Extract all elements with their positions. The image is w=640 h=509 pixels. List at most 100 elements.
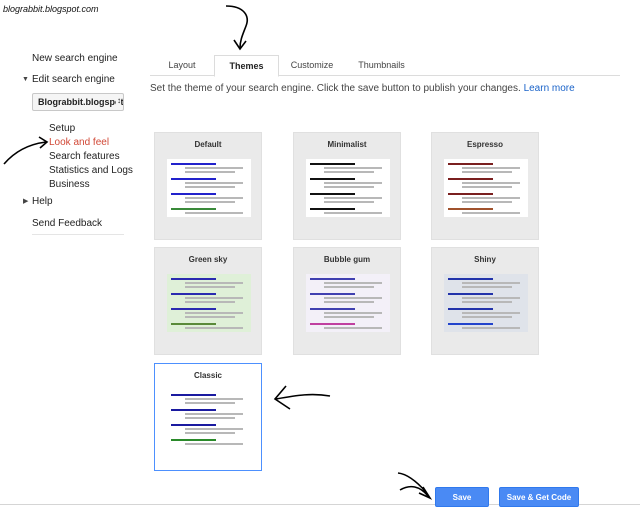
theme-name: Bubble gum — [323, 255, 371, 264]
preview-line — [448, 308, 493, 310]
arrow-to-classic-theme — [275, 393, 331, 400]
theme-card-selected[interactable]: Classic — [154, 363, 262, 471]
preview-line — [324, 167, 382, 169]
theme-card[interactable]: Shiny — [431, 247, 539, 355]
save-and-get-code-button[interactable]: Save & Get Code — [499, 487, 579, 507]
preview-line — [185, 443, 243, 445]
arrow-to-themes-tab — [225, 5, 248, 49]
preview-line — [448, 208, 493, 210]
preview-line — [462, 297, 520, 299]
preview-line — [324, 327, 382, 329]
preview-line — [185, 417, 235, 419]
intro-text: Set the theme of your search engine. Cli… — [150, 83, 575, 94]
preview-line — [324, 212, 382, 214]
sidebar-item-search-features[interactable]: Search features — [49, 151, 120, 162]
save-button[interactable]: Save — [435, 487, 489, 507]
preview-line — [324, 286, 374, 288]
preview-line — [448, 323, 493, 325]
preview-line — [185, 398, 243, 400]
theme-card[interactable]: Green sky — [154, 247, 262, 355]
preview-line — [185, 316, 235, 318]
preview-line — [310, 323, 355, 325]
sidebar-item-statistics-and-logs[interactable]: Statistics and Logs — [49, 165, 133, 176]
preview-line — [171, 323, 216, 325]
preview-line — [171, 278, 216, 280]
site-select-dropdown[interactable]: Blograbbit.blogspot.com ↕ — [32, 93, 124, 111]
preview-line — [324, 182, 382, 184]
preview-line — [310, 163, 355, 165]
preview-line — [185, 327, 243, 329]
preview-line — [171, 193, 216, 195]
sidebar-item-help[interactable]: Help — [32, 196, 53, 207]
preview-line — [310, 293, 355, 295]
preview-line — [448, 193, 493, 195]
preview-line — [462, 201, 512, 203]
theme-card[interactable]: Bubble gum — [293, 247, 401, 355]
preview-line — [185, 286, 235, 288]
preview-line — [462, 327, 520, 329]
preview-line — [185, 282, 243, 284]
preview-line — [185, 413, 243, 415]
preview-line — [462, 171, 512, 173]
tab-layout[interactable]: Layout — [150, 55, 214, 76]
tab-customize[interactable]: Customize — [279, 55, 345, 76]
theme-name: Shiny — [474, 255, 496, 264]
preview-line — [448, 163, 493, 165]
preview-line — [310, 208, 355, 210]
preview-line — [185, 201, 235, 203]
theme-name: Classic — [193, 371, 223, 380]
intro-message: Set the theme of your search engine. Cli… — [150, 83, 521, 94]
preview-line — [462, 316, 512, 318]
preview-line — [462, 286, 512, 288]
preview-line — [448, 293, 493, 295]
theme-card[interactable]: Minimalist — [293, 132, 401, 240]
preview-line — [171, 293, 216, 295]
preview-line — [324, 297, 382, 299]
preview-line — [462, 301, 512, 303]
updown-arrows-icon: ↕ — [116, 96, 121, 105]
preview-line — [324, 197, 382, 199]
preview-line — [185, 171, 235, 173]
sidebar-item-look-and-feel[interactable]: Look and feel — [49, 137, 109, 148]
preview-line — [171, 308, 216, 310]
arrow-to-save-button — [397, 472, 429, 497]
preview-line — [171, 163, 216, 165]
preview-line — [185, 186, 235, 188]
learn-more-link[interactable]: Learn more — [524, 83, 575, 94]
tab-themes[interactable]: Themes — [214, 55, 279, 77]
preview-line — [324, 186, 374, 188]
theme-name: Default — [194, 140, 222, 149]
preview-line — [185, 212, 243, 214]
theme-preview — [167, 390, 251, 448]
theme-preview — [306, 274, 390, 332]
preview-line — [185, 297, 243, 299]
theme-preview — [167, 159, 251, 217]
theme-card[interactable]: Espresso — [431, 132, 539, 240]
preview-line — [462, 182, 520, 184]
preview-line — [462, 197, 520, 199]
sidebar-item-setup[interactable]: Setup — [49, 123, 75, 134]
preview-line — [185, 197, 243, 199]
tab-thumbnails[interactable]: Thumbnails — [345, 55, 418, 76]
preview-line — [310, 278, 355, 280]
theme-card[interactable]: Default — [154, 132, 262, 240]
sidebar-item-edit-search-engine[interactable]: Edit search engine — [32, 74, 115, 85]
theme-preview — [167, 274, 251, 332]
theme-preview — [444, 274, 528, 332]
preview-line — [171, 394, 216, 396]
collapse-caret-icon[interactable]: ▶ — [23, 197, 28, 205]
theme-name: Minimalist — [327, 140, 367, 149]
expand-caret-icon[interactable]: ▼ — [22, 76, 29, 83]
preview-line — [185, 301, 235, 303]
sidebar-item-send-feedback[interactable]: Send Feedback — [32, 218, 102, 229]
preview-line — [185, 402, 235, 404]
sidebar-item-new-search-engine[interactable]: New search engine — [32, 53, 118, 64]
theme-name: Espresso — [466, 140, 504, 149]
preview-line — [185, 312, 243, 314]
sidebar-item-business[interactable]: Business — [49, 179, 90, 190]
preview-line — [462, 186, 512, 188]
arrow-to-look-and-feel — [3, 141, 47, 165]
preview-line — [185, 167, 243, 169]
preview-line — [324, 282, 382, 284]
preview-line — [171, 439, 216, 441]
